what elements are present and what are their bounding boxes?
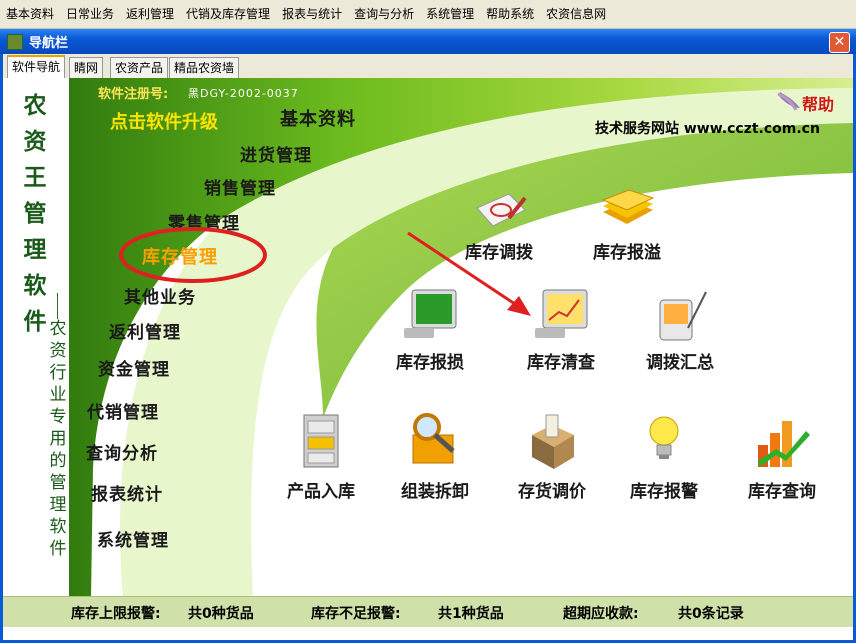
menu-system[interactable]: 系统管理	[420, 0, 480, 28]
func-transfer[interactable]: 库存调拨	[465, 188, 533, 263]
help-label: 帮助	[802, 95, 835, 114]
lightbulb-icon	[649, 416, 679, 459]
tab-premium-wall[interactable]: 精品农资墙	[169, 57, 240, 78]
func-query[interactable]: 库存查询	[748, 411, 816, 502]
brand-subtitle: 农资行业专用的管理软件	[49, 319, 67, 559]
nav-rebate[interactable]: 返利管理	[109, 318, 181, 343]
func-check-label: 库存清查	[527, 353, 595, 373]
func-loss-label: 库存报损	[396, 353, 464, 373]
func-overflow[interactable]: 库存报溢	[593, 188, 661, 263]
menu-daily-business[interactable]: 日常业务	[60, 0, 120, 28]
registration-number: 黑DGY-2002-0037	[188, 87, 299, 100]
nav-sales[interactable]: 销售管理	[204, 174, 276, 199]
menu-rebate[interactable]: 返利管理	[120, 0, 180, 28]
menu-query[interactable]: 查询与分析	[348, 0, 420, 28]
nav-query-analysis[interactable]: 查询分析	[86, 439, 158, 464]
func-alert[interactable]: 库存报警	[630, 411, 698, 502]
window-titlebar: 导航栏 ✕	[0, 29, 856, 54]
pda-icon	[659, 291, 707, 341]
overdue-receivable-label: 超期应收款:	[563, 606, 639, 622]
menu-bar: 基本资料 日常业务 返利管理 代销及库存管理 报表与统计 查询与分析 系统管理 …	[0, 0, 856, 29]
upper-limit-alert-value[interactable]: 共0种货品	[188, 603, 254, 623]
nav-panel: 农资王管理软件 农资行业专用的管理软件 软件注册号: 黑DGY-2002-003…	[3, 78, 853, 640]
tab-network[interactable]: 睛网	[69, 57, 104, 78]
menu-help[interactable]: 帮助系统	[480, 0, 540, 28]
overdue-receivable-value[interactable]: 共0条记录	[678, 603, 744, 623]
func-check[interactable]: 库存清查	[527, 288, 595, 373]
tab-software-nav[interactable]: 软件导航	[7, 55, 66, 79]
app-icon	[7, 33, 23, 50]
chart-monitor-icon	[535, 289, 588, 338]
navigation-window: 导航栏 ✕ 软件导航 睛网 农资产品 精品农资墙 农资王管理软件 农资行业专用的…	[0, 29, 856, 643]
menu-consignment-inventory[interactable]: 代销及库存管理	[180, 0, 276, 28]
nav-reports[interactable]: 报表统计	[91, 480, 163, 505]
func-alert-label: 库存报警	[630, 482, 698, 502]
tab-agri-products[interactable]: 农资产品	[110, 57, 169, 78]
menu-basic-data[interactable]: 基本资料	[0, 0, 60, 28]
filing-cabinet-icon	[303, 414, 339, 468]
close-button[interactable]: ✕	[829, 32, 850, 53]
nav-purchase[interactable]: 进货管理	[240, 141, 312, 166]
window-title: 导航栏	[29, 36, 69, 51]
func-transfer-summary-label: 调拨汇总	[646, 353, 714, 373]
func-query-label: 库存查询	[748, 482, 816, 502]
menu-reports[interactable]: 报表与统计	[276, 0, 348, 28]
monitor-icon	[404, 289, 457, 338]
func-price-adjust[interactable]: 存货调价	[518, 411, 586, 502]
shortage-alert-value[interactable]: 共1种货品	[438, 603, 504, 623]
func-overflow-label: 库存报溢	[593, 243, 661, 263]
subtitle-divider	[57, 293, 58, 319]
registration-label: 软件注册号:	[98, 87, 169, 102]
document-pen-icon	[476, 193, 527, 227]
func-assembly-label: 组装拆卸	[401, 482, 469, 502]
func-stock-in-label: 产品入库	[287, 482, 355, 502]
func-transfer-summary[interactable]: 调拨汇总	[646, 288, 714, 373]
status-bar: 库存上限报警: 共0种货品 库存不足报警: 共1种货品 超期应收款: 共0条记录	[3, 596, 853, 627]
func-transfer-label: 库存调拨	[465, 243, 533, 263]
file-box-icon	[532, 414, 574, 469]
upper-limit-alert-label: 库存上限报警:	[71, 606, 161, 622]
shortage-alert-label: 库存不足报警:	[311, 606, 401, 622]
help-button[interactable]: 帮助	[776, 90, 842, 114]
nav-basic-data[interactable]: 基本资料	[280, 105, 356, 131]
upgrade-link[interactable]: 点击软件升级	[110, 108, 218, 134]
nav-inventory[interactable]: 库存管理	[142, 243, 218, 269]
menu-agri-info[interactable]: 农资信息网	[540, 0, 612, 28]
tab-strip: 软件导航 睛网 农资产品 精品农资墙	[3, 54, 853, 79]
func-price-adjust-label: 存货调价	[518, 482, 586, 502]
magnifier-book-icon	[412, 413, 455, 464]
func-stock-in[interactable]: 产品入库	[287, 411, 355, 502]
func-assembly[interactable]: 组装拆卸	[401, 411, 469, 502]
nav-system[interactable]: 系统管理	[97, 526, 169, 551]
website-text: 技术服务网站 www.cczt.com.cn	[595, 121, 820, 137]
nav-other-business[interactable]: 其他业务	[124, 283, 196, 308]
bar-chart-icon	[758, 421, 810, 467]
brand-title: 农资王管理软件	[23, 92, 47, 335]
nav-funds[interactable]: 资金管理	[98, 355, 170, 380]
nav-consignment[interactable]: 代销管理	[87, 398, 159, 423]
help-icon	[777, 92, 800, 111]
func-loss[interactable]: 库存报损	[396, 288, 464, 373]
folders-icon	[601, 189, 655, 224]
